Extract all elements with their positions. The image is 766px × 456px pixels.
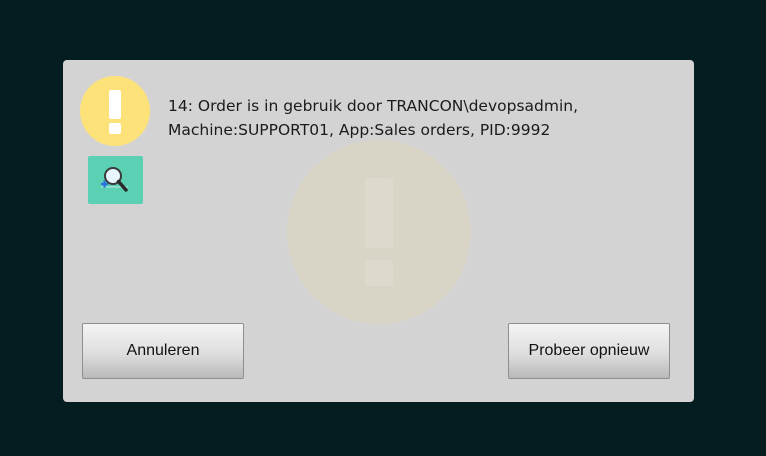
- warning-watermark-icon: [287, 140, 471, 324]
- magnifier-icon: [101, 167, 128, 192]
- zoom-details-button[interactable]: [88, 156, 143, 204]
- error-message-line-2: Machine:SUPPORT01, App:Sales orders, PID…: [168, 121, 551, 139]
- error-message: 14: Order is in gebruik door TRANCON\dev…: [168, 94, 668, 142]
- error-dialog: 14: Order is in gebruik door TRANCON\dev…: [63, 60, 694, 402]
- retry-button[interactable]: Probeer opnieuw: [508, 323, 670, 379]
- warning-icon: [80, 76, 150, 146]
- cancel-button[interactable]: Annuleren: [82, 323, 244, 379]
- error-message-line-1: 14: Order is in gebruik door TRANCON\dev…: [168, 97, 579, 115]
